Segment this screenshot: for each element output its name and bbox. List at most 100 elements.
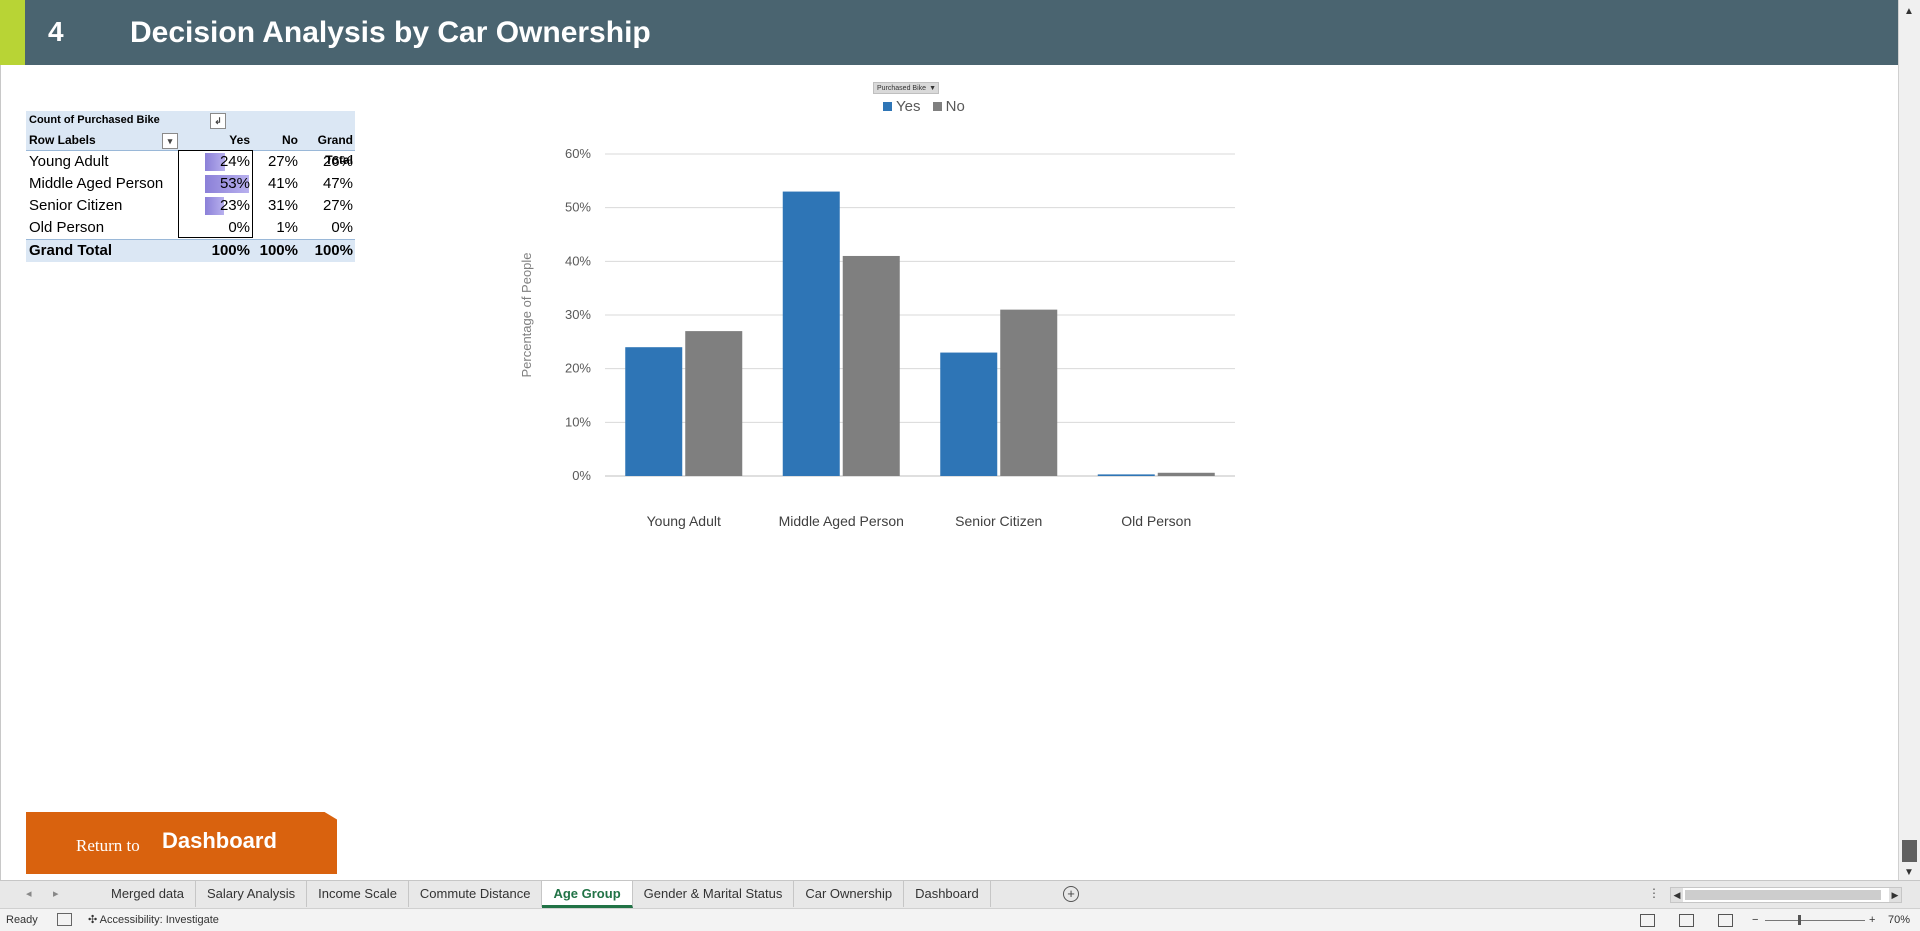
page-layout-view-icon[interactable] (1679, 914, 1694, 927)
cell-no: 41% (267, 175, 298, 192)
hscroll-thumb[interactable] (1685, 890, 1881, 900)
y-tick-label: 50% (565, 200, 591, 215)
scroll-right-icon[interactable]: ▶ (1889, 888, 1901, 902)
pivot-table[interactable]: Count of Purchased Bike ↲ Row Labels ▾ Y… (26, 111, 355, 262)
scrollbar-thumb[interactable] (1902, 840, 1917, 862)
accessibility-status[interactable]: ✣ Accessibility: Investigate (88, 909, 219, 931)
horizontal-scrollbar[interactable]: ◀ ▶ (1670, 887, 1902, 903)
bar-no (1000, 309, 1058, 476)
bar-no (685, 331, 743, 476)
y-axis-label: Percentage of People (519, 252, 534, 377)
row-label: Young Adult (29, 153, 109, 170)
zoom-slider[interactable] (1765, 920, 1865, 921)
zoom-level[interactable]: 70% (1888, 909, 1910, 931)
grand-total-label: Grand Total (29, 242, 113, 259)
return-button-big-text: Dashboard (162, 828, 277, 853)
cell-grand-total: 47% (322, 175, 353, 192)
chart-field-filter-button[interactable]: Purchased Bike ▼ (873, 82, 939, 94)
return-to-dashboard-button[interactable]: Return to Dashboard (26, 812, 337, 874)
sheet-tab[interactable]: Commute Distance (409, 881, 543, 907)
y-tick-label: 30% (565, 307, 591, 322)
x-tick-label: Young Adult (647, 513, 721, 529)
grand-total-all: 100% (314, 242, 353, 259)
bar-yes (782, 191, 840, 477)
column-chart[interactable]: 0% 10% 20% 30% 40% 50% 60% Percentage of People… (500, 140, 1260, 540)
more-options-icon[interactable]: ⋮ (1648, 886, 1660, 900)
sheet-tab[interactable]: Salary Analysis (196, 881, 308, 907)
pivot-title: Count of Purchased Bike (29, 114, 160, 126)
zoom-in-icon[interactable]: + (1869, 909, 1875, 931)
grand-total-row: Grand Total 100% 100% 100% (26, 239, 355, 262)
cell-no: 31% (267, 197, 298, 214)
x-tick-label: Middle Aged Person (779, 513, 904, 529)
chevron-down-icon[interactable]: ▼ (929, 83, 936, 95)
scroll-down-icon[interactable]: ▼ (1904, 867, 1914, 878)
x-tick-label: Old Person (1121, 513, 1191, 529)
left-border (0, 65, 1, 880)
macro-record-icon[interactable] (57, 913, 72, 926)
vertical-scrollbar[interactable]: ▲ ▼ (1898, 0, 1920, 882)
sheet-tab[interactable]: Income Scale (307, 881, 409, 907)
legend-swatch-no (932, 102, 942, 111)
page-break-view-icon[interactable] (1718, 914, 1733, 927)
chart-legend: Yes No (883, 98, 973, 115)
cell-yes-value: 24% (219, 153, 250, 170)
col-header-no: No (282, 133, 298, 147)
legend-label-no: No (945, 98, 965, 115)
table-row: Senior Citizen 23% 31% 27% (26, 195, 355, 217)
pivot-body: Young Adult 24% 27% 26% Middle Aged Person 53… (26, 151, 355, 239)
sheet-tab[interactable]: Dashboard (904, 881, 991, 907)
normal-view-icon[interactable] (1640, 914, 1655, 927)
scroll-up-icon[interactable]: ▲ (1904, 6, 1914, 17)
legend-label-yes: Yes (896, 98, 921, 115)
pivot-title-row: Count of Purchased Bike ↲ (26, 111, 355, 130)
scroll-left-icon[interactable]: ◀ (1671, 888, 1683, 902)
sheet-tabs-bar: ◂ ▸ Merged data Salary Analysis Income Sca… (0, 880, 1920, 909)
return-button-small-text: Return to (76, 836, 140, 855)
table-row: Middle Aged Person 53% 41% 47% (26, 173, 355, 195)
zoom-out-icon[interactable]: − (1752, 909, 1758, 931)
grand-total-no: 100% (259, 242, 298, 259)
legend-swatch-yes (883, 102, 892, 111)
sheet-tab[interactable]: Merged data (100, 881, 196, 907)
sheet-tab[interactable]: Gender & Marital Status (633, 881, 795, 907)
tab-scroll-left-icon[interactable]: ◂ (26, 887, 32, 900)
cell-yes-value: 53% (219, 175, 250, 192)
y-tick-label: 20% (565, 361, 591, 376)
header-accent-bar (0, 0, 25, 65)
cell-yes: 53% (178, 173, 250, 195)
accessibility-text: Accessibility: Investigate (99, 914, 219, 926)
status-ready: Ready (6, 914, 38, 926)
table-row: Young Adult 24% 27% 26% (26, 151, 355, 173)
bar-yes (940, 352, 998, 476)
bar-no (842, 255, 900, 476)
zoom-slider-knob[interactable] (1798, 915, 1801, 925)
accessibility-icon: ✣ (88, 914, 98, 926)
table-row: Old Person 0% 1% 0% (26, 217, 355, 239)
cell-yes-value: 0% (228, 219, 250, 236)
row-label: Middle Aged Person (29, 175, 164, 192)
row-labels-header: Row Labels (29, 133, 96, 147)
add-sheet-icon[interactable]: + (1063, 886, 1079, 902)
cell-yes: 24% (178, 151, 250, 173)
column-filter-icon[interactable]: ↲ (210, 113, 226, 129)
cell-grand-total: 0% (331, 219, 353, 236)
row-filter-dropdown-icon[interactable]: ▾ (162, 133, 178, 149)
sheet-tab[interactable]: Car Ownership (794, 881, 905, 907)
grand-total-yes: 100% (211, 242, 250, 259)
col-header-yes: Yes (229, 133, 250, 147)
bar-yes (625, 347, 683, 476)
row-label: Old Person (29, 219, 105, 236)
y-tick-label: 0% (572, 468, 591, 483)
pivot-header-row: Row Labels ▾ Yes No Grand Total (26, 130, 355, 167)
page-title: Decision Analysis by Car Ownership (130, 16, 651, 49)
cell-yes-value: 23% (219, 197, 250, 214)
cell-no: 27% (267, 153, 298, 170)
cell-yes: 0% (178, 217, 250, 239)
sheet-tab[interactable]: Age Group (542, 881, 633, 908)
tab-scroll-right-icon[interactable]: ▸ (53, 887, 59, 900)
legend-item-no: No (932, 98, 965, 115)
cell-no: 1% (276, 219, 298, 236)
row-label: Senior Citizen (29, 197, 123, 214)
y-tick-label: 10% (565, 414, 591, 429)
